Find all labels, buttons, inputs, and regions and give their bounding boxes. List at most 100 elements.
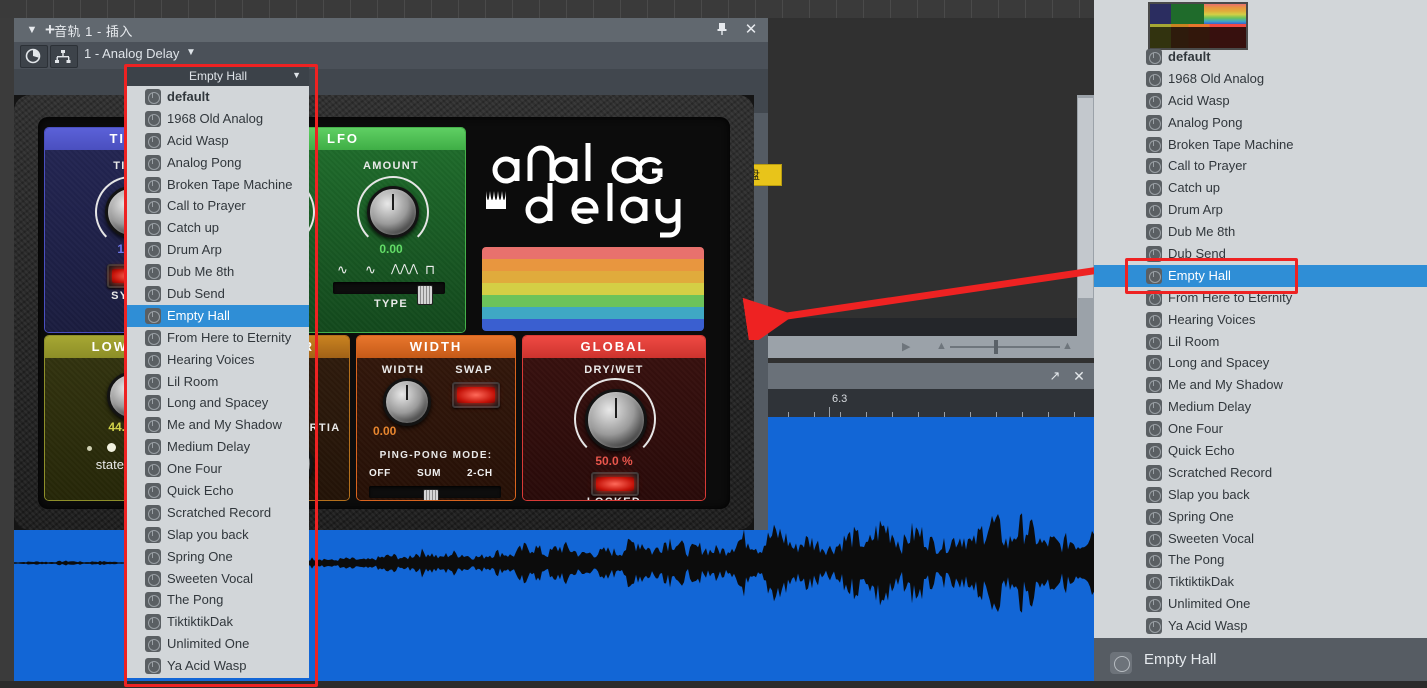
browser-preset-item-label: TiktiktikDak [1168,574,1234,590]
browser-preset-item-label: Lil Room [1168,333,1220,349]
plugin-slot-chevron-down-icon[interactable]: ▼ [186,47,196,58]
arrangement-timeline-strip[interactable] [0,0,1094,18]
browser-sidebar: default 1968 Old Analog Acid Wasp Analog Po… [1094,0,1427,681]
width-knob[interactable] [383,378,431,426]
wave-saw-icon[interactable]: ⋀⋀⋀ [391,262,418,275]
swap-led-button[interactable] [452,382,500,408]
browser-preset-item[interactable]: Dub Me 8th [1094,221,1427,243]
lowcut-dot-small [87,446,92,451]
preset-knob-icon [1146,596,1162,613]
close-icon[interactable]: ✕ [739,18,763,42]
browser-preset-item-label: Dub Me 8th [1168,224,1236,240]
browser-preset-item-label: Analog Pong [1168,114,1243,130]
browser-preset-item[interactable]: TiktiktikDak [1094,571,1427,593]
browser-preset-item[interactable]: Ya Acid Wasp [1094,615,1427,637]
preset-knob-icon [1146,158,1162,175]
browser-preset-item-label: Broken Tape Machine [1168,136,1294,152]
browser-preset-item[interactable]: Sweeten Vocal [1094,528,1427,550]
lfo-amount-label: AMOUNT [362,160,420,172]
pingpong-options: OFF SUM 2-CH [365,468,507,484]
status-preset-label: Empty Hall [1144,651,1217,668]
browser-preset-item[interactable]: Hearing Voices [1094,309,1427,331]
rainbow-stripe-4 [482,295,704,307]
rainbow-stripe-1 [482,259,704,271]
browser-preset-item-label: Me and My Shadow [1168,377,1283,393]
rainbow-stripe-0 [482,247,704,259]
browser-preset-item[interactable]: Analog Pong [1094,112,1427,134]
browser-preset-list[interactable]: default 1968 Old Analog Acid Wasp Analog Po… [1094,46,1427,638]
pingpong-option-off[interactable]: OFF [369,468,391,479]
plugin-slot-name[interactable]: 1 - Analog Delay [84,46,179,61]
browser-preset-item[interactable]: Quick Echo [1094,440,1427,462]
status-preset-icon [1110,652,1132,674]
preset-knob-icon [1146,552,1162,569]
locked-label: LOCKED [523,496,705,500]
browser-preset-item[interactable]: Broken Tape Machine [1094,134,1427,156]
rainbow-stripe-3 [482,283,704,295]
annotation-box-sidebar-item [1125,258,1298,294]
rainbow-stripe-5 [482,307,704,319]
browser-preset-item[interactable]: Drum Arp [1094,199,1427,221]
preset-knob-icon [1146,114,1162,131]
editor-close-icon[interactable]: ✕ [1069,366,1089,386]
preset-knob-icon [1146,377,1162,394]
wave-square-icon[interactable]: ⊓ [425,262,435,278]
preset-knob-icon [1146,70,1162,87]
rainbow-stripes [482,247,704,331]
pin-icon[interactable] [711,18,733,42]
editor-expand-icon[interactable]: ↗ [1045,366,1065,386]
browser-preset-item[interactable]: Medium Delay [1094,396,1427,418]
ruler-major-mark [829,407,830,417]
browser-preset-item-label: Scratched Record [1168,464,1273,480]
preset-knob-icon [1146,618,1162,635]
lfo-amount-value: 0.00 [379,242,403,256]
pingpong-option-2ch[interactable]: 2-CH [467,468,493,479]
browser-preset-item[interactable]: Acid Wasp [1094,90,1427,112]
browser-preset-item[interactable]: Slap you back [1094,484,1427,506]
plugin-titlebar[interactable]: ▼ + 音轨 1 - 插入 ✕ [14,18,768,42]
browser-preset-item[interactable]: Unlimited One [1094,593,1427,615]
browser-preset-item[interactable]: Lil Room [1094,331,1427,353]
routing-button[interactable] [50,45,78,68]
browser-preset-item-label: The Pong [1168,552,1225,568]
browser-preset-item[interactable]: Scratched Record [1094,462,1427,484]
browser-preset-item[interactable]: Me and My Shadow [1094,374,1427,396]
swap-label: SWAP [455,364,493,376]
zoom-slider-thumb[interactable] [994,340,998,354]
browser-preset-item[interactable]: One Four [1094,418,1427,440]
browser-preset-item[interactable]: The Pong [1094,549,1427,571]
browser-preset-item[interactable]: Long and Spacey [1094,352,1427,374]
play-small-icon[interactable]: ▶ [902,340,910,353]
drywet-knob[interactable] [585,389,647,451]
chevron-down-icon[interactable]: ▼ [22,18,42,42]
browser-preset-item[interactable]: 1968 Old Analog [1094,68,1427,90]
preset-knob-icon [1146,399,1162,416]
browser-preset-item-label: Acid Wasp [1168,92,1230,108]
browser-preset-item[interactable]: Call to Prayer [1094,155,1427,177]
ruler-tick: 6.3 [832,393,848,405]
browser-preset-item[interactable]: Catch up [1094,177,1427,199]
preset-knob-icon [1146,355,1162,372]
pingpong-slider-thumb[interactable] [423,489,439,500]
pingpong-option-sum[interactable]: SUM [417,468,441,479]
analog-delay-logo [482,131,704,243]
zoom-out-icon[interactable]: ▲ [936,340,947,352]
lfo-amount-knob[interactable] [367,186,419,238]
browser-preset-item[interactable]: default [1094,46,1427,68]
preset-knob-icon [1146,443,1162,460]
browser-preset-item-label: Hearing Voices [1168,311,1256,327]
zoom-in-icon[interactable]: ▲ [1062,340,1073,352]
browser-preset-item-label: Ya Acid Wasp [1168,618,1248,634]
preset-knob-icon [1146,202,1162,219]
preset-knob-icon [1146,136,1162,153]
wave-triangle-icon[interactable]: ∿ [365,262,376,278]
zoom-slider-track[interactable] [950,346,1060,348]
panel-width: WIDTH WIDTH 0.00 SWAP PING-PONG MODE: OF… [356,335,516,501]
width-knob-label: WIDTH [381,364,425,376]
wave-sine-icon[interactable]: ∿ [337,262,348,278]
browser-preset-item[interactable]: Spring One [1094,506,1427,528]
locked-led-button[interactable] [591,472,639,496]
lowcut-dot-large [107,443,116,452]
browser-preset-item-label: Spring One [1168,508,1234,524]
bypass-knob-button[interactable] [20,45,48,68]
